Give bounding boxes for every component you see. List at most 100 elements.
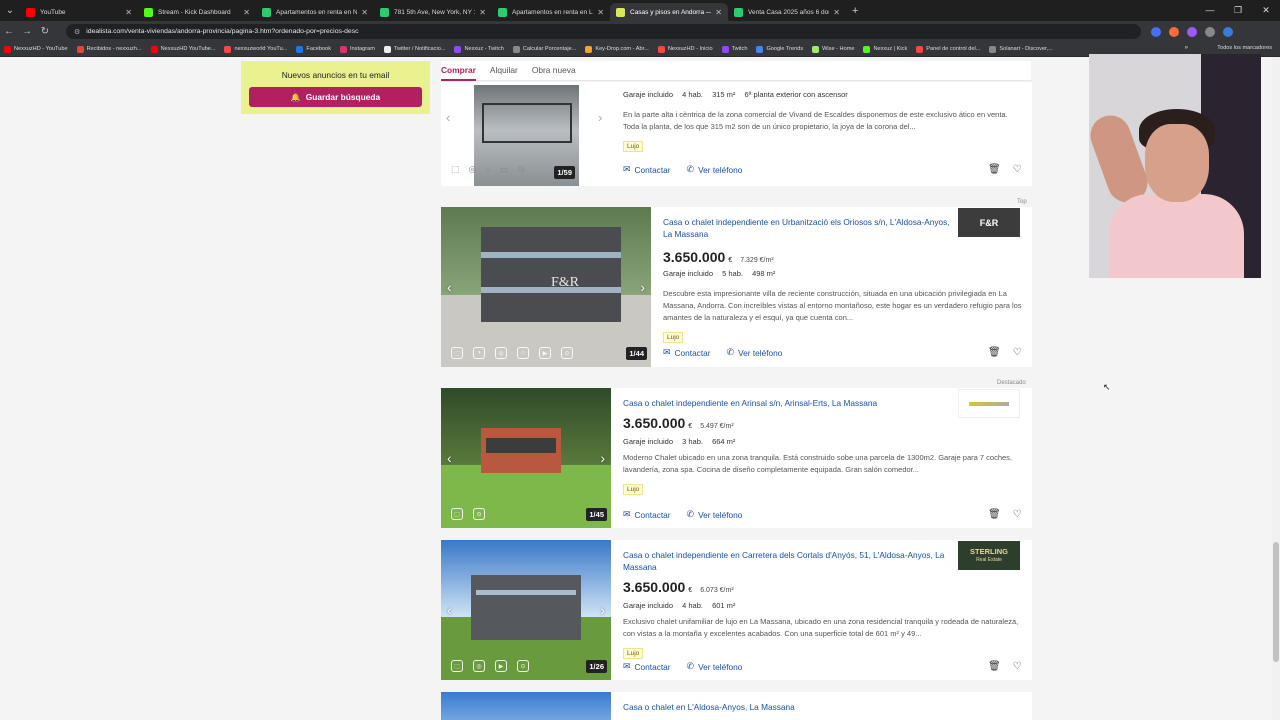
next-photo-icon[interactable]: › xyxy=(600,602,605,618)
tab-obra-nueva[interactable]: Obra nueva xyxy=(532,61,576,81)
browser-tab[interactable]: Apartamentos en renta en Las ✕ xyxy=(492,3,610,21)
tab-close-icon[interactable]: ✕ xyxy=(479,8,486,17)
minimize-icon[interactable]: — xyxy=(1196,0,1224,21)
bookmark-item[interactable]: Recibidos - nexxuzh... xyxy=(76,45,142,53)
browser-tab[interactable]: Casas y pisos en Andorra — ide ✕ xyxy=(610,3,728,21)
close-window-icon[interactable]: ✕ xyxy=(1252,0,1280,21)
prev-photo-icon[interactable]: ‹ xyxy=(447,450,452,466)
browser-tab[interactable]: Apartamentos en renta en New ✕ xyxy=(256,3,374,21)
bookmark-item[interactable]: Google Trends xyxy=(756,45,803,53)
new-tab-button[interactable]: + xyxy=(852,5,858,17)
bookmark-item[interactable]: Facebook xyxy=(296,45,331,53)
phone-button[interactable]: ✆ Ver teléfono xyxy=(687,164,743,175)
listing-card[interactable]: F&R ‹ › ⬚ ◑ ◎ ⌂ ▶ ⊙ 1/44 F&R Casa o chal… xyxy=(441,207,1032,367)
tab-close-icon[interactable]: ✕ xyxy=(243,8,250,17)
favorite-heart-icon[interactable]: ♡ xyxy=(1013,347,1022,358)
page-scrollbar[interactable] xyxy=(1272,57,1280,720)
save-search-button[interactable]: 🔔 Guardar búsqueda xyxy=(249,87,422,107)
bookmark-item[interactable]: Twitter / Notificacio... xyxy=(383,45,445,53)
trash-icon[interactable]: 🗑 xyxy=(988,509,1001,520)
bookmark-item[interactable]: NexxuzHD YouTube... xyxy=(150,45,215,53)
bookmark-item[interactable]: NexxuzHD - YouTube xyxy=(4,45,68,53)
listing-card[interactable]: ‹ › ⬚ ◎ ▶ ⊙ 1/26 STERLING Real Estate Ca… xyxy=(441,540,1032,680)
listing-photo[interactable]: ‹ › ⬚ ⊙ 1/45 xyxy=(441,388,611,528)
bookmark-icon[interactable]: ⬚ xyxy=(451,508,463,520)
bookmark-item[interactable]: Instagram xyxy=(340,45,375,53)
all-bookmarks[interactable]: Todos los marcadores xyxy=(1217,45,1272,51)
listing-card[interactable]: Casa o chalet en L'Aldosa-Anyos, La Mass… xyxy=(441,692,1032,720)
agency-logo[interactable]: STERLING Real Estate xyxy=(958,541,1020,570)
phone-button[interactable]: ✆ Ver teléfono xyxy=(687,509,743,520)
listing-title[interactable]: Casa o chalet independiente en Arinsal s… xyxy=(623,397,953,409)
phone-button[interactable]: ✆ Ver teléfono xyxy=(727,347,783,358)
next-photo-icon[interactable]: › xyxy=(600,450,605,466)
browser-tab[interactable]: YouTube ✕ xyxy=(20,3,138,21)
bookmarks-more[interactable]: » xyxy=(1185,45,1188,51)
trash-icon[interactable]: 🗑 xyxy=(988,164,1001,175)
tab-alquilar[interactable]: Alquilar xyxy=(490,61,518,81)
back-icon[interactable]: ← xyxy=(0,26,18,37)
prev-photo-icon[interactable]: ‹ xyxy=(446,110,450,125)
profile-avatar[interactable] xyxy=(1223,26,1233,37)
contact-button[interactable]: ✉ Contactar xyxy=(623,164,671,175)
forward-icon[interactable]: → xyxy=(18,26,36,37)
browser-tab[interactable]: Venta Casa 2025 años 6 dormi ✕ xyxy=(728,3,846,21)
listing-photo[interactable]: F&R ‹ › ⬚ ◑ ◎ ⌂ ▶ ⊙ 1/44 xyxy=(441,207,651,367)
favorite-heart-icon[interactable]: ♡ xyxy=(1013,164,1022,175)
bookmark-item[interactable]: NexxuzHD - Inicio xyxy=(657,45,713,53)
contact-button[interactable]: ✉ Contactar xyxy=(663,347,711,358)
reload-icon[interactable]: ↻ xyxy=(36,26,54,37)
extension-icon[interactable] xyxy=(1169,26,1179,37)
bookmark-item[interactable]: Twitch xyxy=(721,45,747,53)
tab-close-icon[interactable]: ✕ xyxy=(125,8,132,17)
trash-icon[interactable]: 🗑 xyxy=(988,347,1001,358)
listing-title[interactable]: Casa o chalet independiente en Urbanitza… xyxy=(663,216,953,240)
listing-photo[interactable]: ‹ › ⬚ ◎ ▶ ⊙ 1/26 xyxy=(441,540,611,680)
favorite-heart-icon[interactable]: ♡ xyxy=(1013,509,1022,520)
bookmark-item[interactable]: Wise - Home xyxy=(812,45,854,53)
phone-button[interactable]: ✆ Ver teléfono xyxy=(687,661,743,672)
agency-logo[interactable] xyxy=(958,389,1020,418)
tab-close-icon[interactable]: ✕ xyxy=(715,8,722,17)
feature: 4 hab. xyxy=(682,90,703,99)
maximize-icon[interactable]: ❐ xyxy=(1224,0,1252,21)
listing-title[interactable]: Casa o chalet independiente en Carretera… xyxy=(623,549,953,573)
extension-icon[interactable] xyxy=(1205,26,1215,37)
bookmark-item[interactable]: Nexxuz - Twitch xyxy=(454,45,504,53)
site-info-icon[interactable]: ⚙ xyxy=(74,28,80,36)
bookmark-icon[interactable]: ⬚ xyxy=(451,347,463,359)
tab-close-icon[interactable]: ✕ xyxy=(597,8,604,17)
next-photo-icon[interactable]: › xyxy=(640,279,645,295)
extension-icon[interactable] xyxy=(1187,26,1197,37)
tab-search-chevron-icon[interactable]: ⌄ xyxy=(0,0,20,21)
bookmark-item[interactable]: Calcular Porcentaje... xyxy=(512,45,576,53)
tab-comprar[interactable]: Comprar xyxy=(441,61,476,81)
bookmark-icon[interactable]: ⬚ xyxy=(451,164,460,175)
prev-photo-icon[interactable]: ‹ xyxy=(447,279,452,295)
listing-card[interactable]: ‹ › ⬚ ⊙ 1/45 Casa o chalet independiente… xyxy=(441,388,1032,528)
contact-button[interactable]: ✉ Contactar xyxy=(623,661,671,672)
trash-icon[interactable]: 🗑 xyxy=(988,661,1001,672)
agency-logo[interactable]: F&R xyxy=(958,208,1020,237)
tab-close-icon[interactable]: ✕ xyxy=(833,8,840,17)
browser-tab[interactable]: Stream - Kick Dashboard ✕ xyxy=(138,3,256,21)
bookmark-item[interactable]: nexxuzworld YouTu... xyxy=(224,45,287,53)
listing-title[interactable]: Casa o chalet en L'Aldosa-Anyos, La Mass… xyxy=(623,701,953,713)
next-photo-icon[interactable]: › xyxy=(598,110,602,125)
bookmark-item[interactable]: Key-Drop.com - Abr... xyxy=(585,45,649,53)
favorite-heart-icon[interactable]: ♡ xyxy=(1013,661,1022,672)
address-bar[interactable]: ⚙ idealista.com/venta-viviendas/andorra-… xyxy=(66,24,1141,39)
bookmark-item[interactable]: Panel de control del... xyxy=(916,45,980,53)
listing-photo[interactable] xyxy=(441,692,611,720)
contact-button[interactable]: ✉ Contactar xyxy=(623,509,671,520)
feature: 3 hab. xyxy=(682,437,703,446)
extension-icon[interactable] xyxy=(1151,26,1161,37)
bookmark-item[interactable]: Nexxuz | Kick xyxy=(863,45,907,53)
bookmark-icon[interactable]: ⬚ xyxy=(451,660,463,672)
tab-close-icon[interactable]: ✕ xyxy=(361,8,368,17)
scrollbar-thumb[interactable] xyxy=(1273,542,1279,662)
bookmark-item[interactable]: Solanart - Discover,... xyxy=(989,45,1053,53)
prev-photo-icon[interactable]: ‹ xyxy=(447,602,452,618)
listing-card[interactable]: 1/59 ‹ › ⬚ ◎ ⌂ ▭ ⊙ Garaje incluido 4 hab… xyxy=(441,82,1032,186)
browser-tab[interactable]: 781 5th Ave, New York, NY 100 ✕ xyxy=(374,3,492,21)
